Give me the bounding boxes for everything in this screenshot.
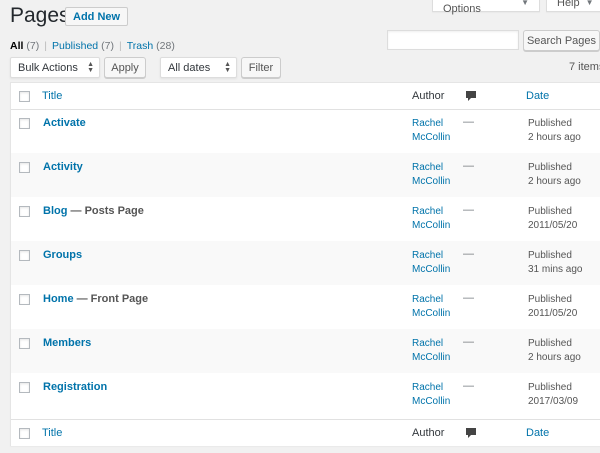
table-footer: Title Author Date [11,419,600,446]
column-author: Author [412,90,445,102]
add-new-button[interactable]: Add New [65,7,129,26]
row-comments: — [463,292,474,304]
row-title-link[interactable]: Home [43,293,74,305]
view-published[interactable]: Published (7) [52,40,114,52]
row-title: Groups [43,249,82,261]
updown-arrows-icon: ▲ ▼ [224,60,231,74]
table-row: Registration Rachel McCollin — Published 2… [11,373,600,417]
row-checkbox[interactable] [19,162,30,173]
view-filters: All (7) | Published (7) | Trash (28) [10,40,175,52]
table-row: Activity Rachel McCollin — Published 2 hou… [11,153,600,197]
row-title: Registration [43,381,107,393]
row-checkbox[interactable] [19,338,30,349]
row-comments: — [463,336,474,348]
help-label: Help [557,0,580,9]
comment-bubble-icon[interactable] [466,428,476,439]
row-date: Published 2011/05/20 [528,206,578,231]
search-pages-button[interactable]: Search Pages [523,30,600,51]
separator: | [44,40,47,52]
row-title-link[interactable]: Activity [43,161,83,173]
footer-column-date[interactable]: Date [526,427,549,439]
updown-arrows-icon: ▲ ▼ [87,60,94,74]
search-input[interactable] [387,30,519,50]
row-date: Published 2017/03/09 [528,382,579,407]
page-title: Pages [10,4,70,27]
row-title: Activate [43,117,86,129]
table-row: Activate Rachel McCollin — Published 2 hou… [11,109,600,153]
caret-down-icon: ▼ [521,0,529,7]
table-header: Title Author Date [11,83,600,110]
bulk-actions-value: Bulk Actions [18,61,78,74]
table-row: Members Rachel McCollin — Published 2 hour… [11,329,600,373]
bulk-actions-select[interactable]: Bulk Actions ▲ ▼ [10,57,100,78]
row-title-link[interactable]: Activate [43,117,86,129]
footer-column-author: Author [412,427,445,439]
screen-options-button[interactable]: Screen Options ▼ [432,0,540,15]
row-checkbox[interactable] [19,382,30,393]
row-checkbox[interactable] [19,294,30,305]
footer-column-title[interactable]: Title [42,427,62,439]
view-all[interactable]: All (7) [10,40,39,52]
row-checkbox[interactable] [19,250,30,261]
row-checkbox[interactable] [19,206,30,217]
row-comments: — [463,160,474,172]
row-title-link[interactable]: Groups [43,249,82,261]
select-all-checkbox-footer[interactable] [19,428,30,439]
row-title: Home — Front Page [43,293,148,305]
column-title[interactable]: Title [42,90,62,102]
table-row: Blog — Posts Page Rachel McCollin — Publi… [11,197,600,241]
row-title-link[interactable]: Registration [43,381,107,393]
items-count: 7 items [569,61,600,73]
row-date: Published 2011/05/20 [528,294,578,319]
row-title-link[interactable]: Blog [43,205,67,217]
row-checkbox[interactable] [19,118,30,129]
row-title: Activity [43,161,83,173]
dates-value: All dates [168,61,211,74]
row-date: Published 31 mins ago [528,250,583,275]
select-all-checkbox[interactable] [19,91,30,102]
row-title: Blog — Posts Page [43,205,144,217]
comment-bubble-icon[interactable] [466,91,476,102]
table-row: Home — Front Page Rachel McCollin — Publi… [11,285,600,329]
dates-select[interactable]: All dates ▲ ▼ [160,57,237,78]
screen-options-label: Screen Options [443,0,481,15]
row-comments: — [463,380,474,392]
view-trash[interactable]: Trash (28) [127,40,175,52]
row-comments: — [463,248,474,260]
row-state: — Front Page [73,293,149,305]
separator: | [118,40,122,52]
pages-table: Title Author Date Activate Rachel McColli… [10,82,600,446]
row-comments: — [463,204,474,216]
row-date: Published 2 hours ago [528,118,581,143]
apply-button[interactable]: Apply [104,57,146,78]
column-date[interactable]: Date [526,90,549,102]
filter-button[interactable]: Filter [241,57,281,78]
row-date: Published 2 hours ago [528,162,581,187]
caret-down-icon: ▼ [585,0,594,7]
row-comments: — [463,116,474,128]
row-date: Published 2 hours ago [528,338,581,363]
row-title-link[interactable]: Members [43,337,91,349]
table-row: Groups Rachel McCollin — Published 31 mins… [11,241,600,285]
row-state: — Posts Page [67,205,144,217]
help-button[interactable]: Help ▼ [546,0,600,12]
row-title: Members [43,337,91,349]
